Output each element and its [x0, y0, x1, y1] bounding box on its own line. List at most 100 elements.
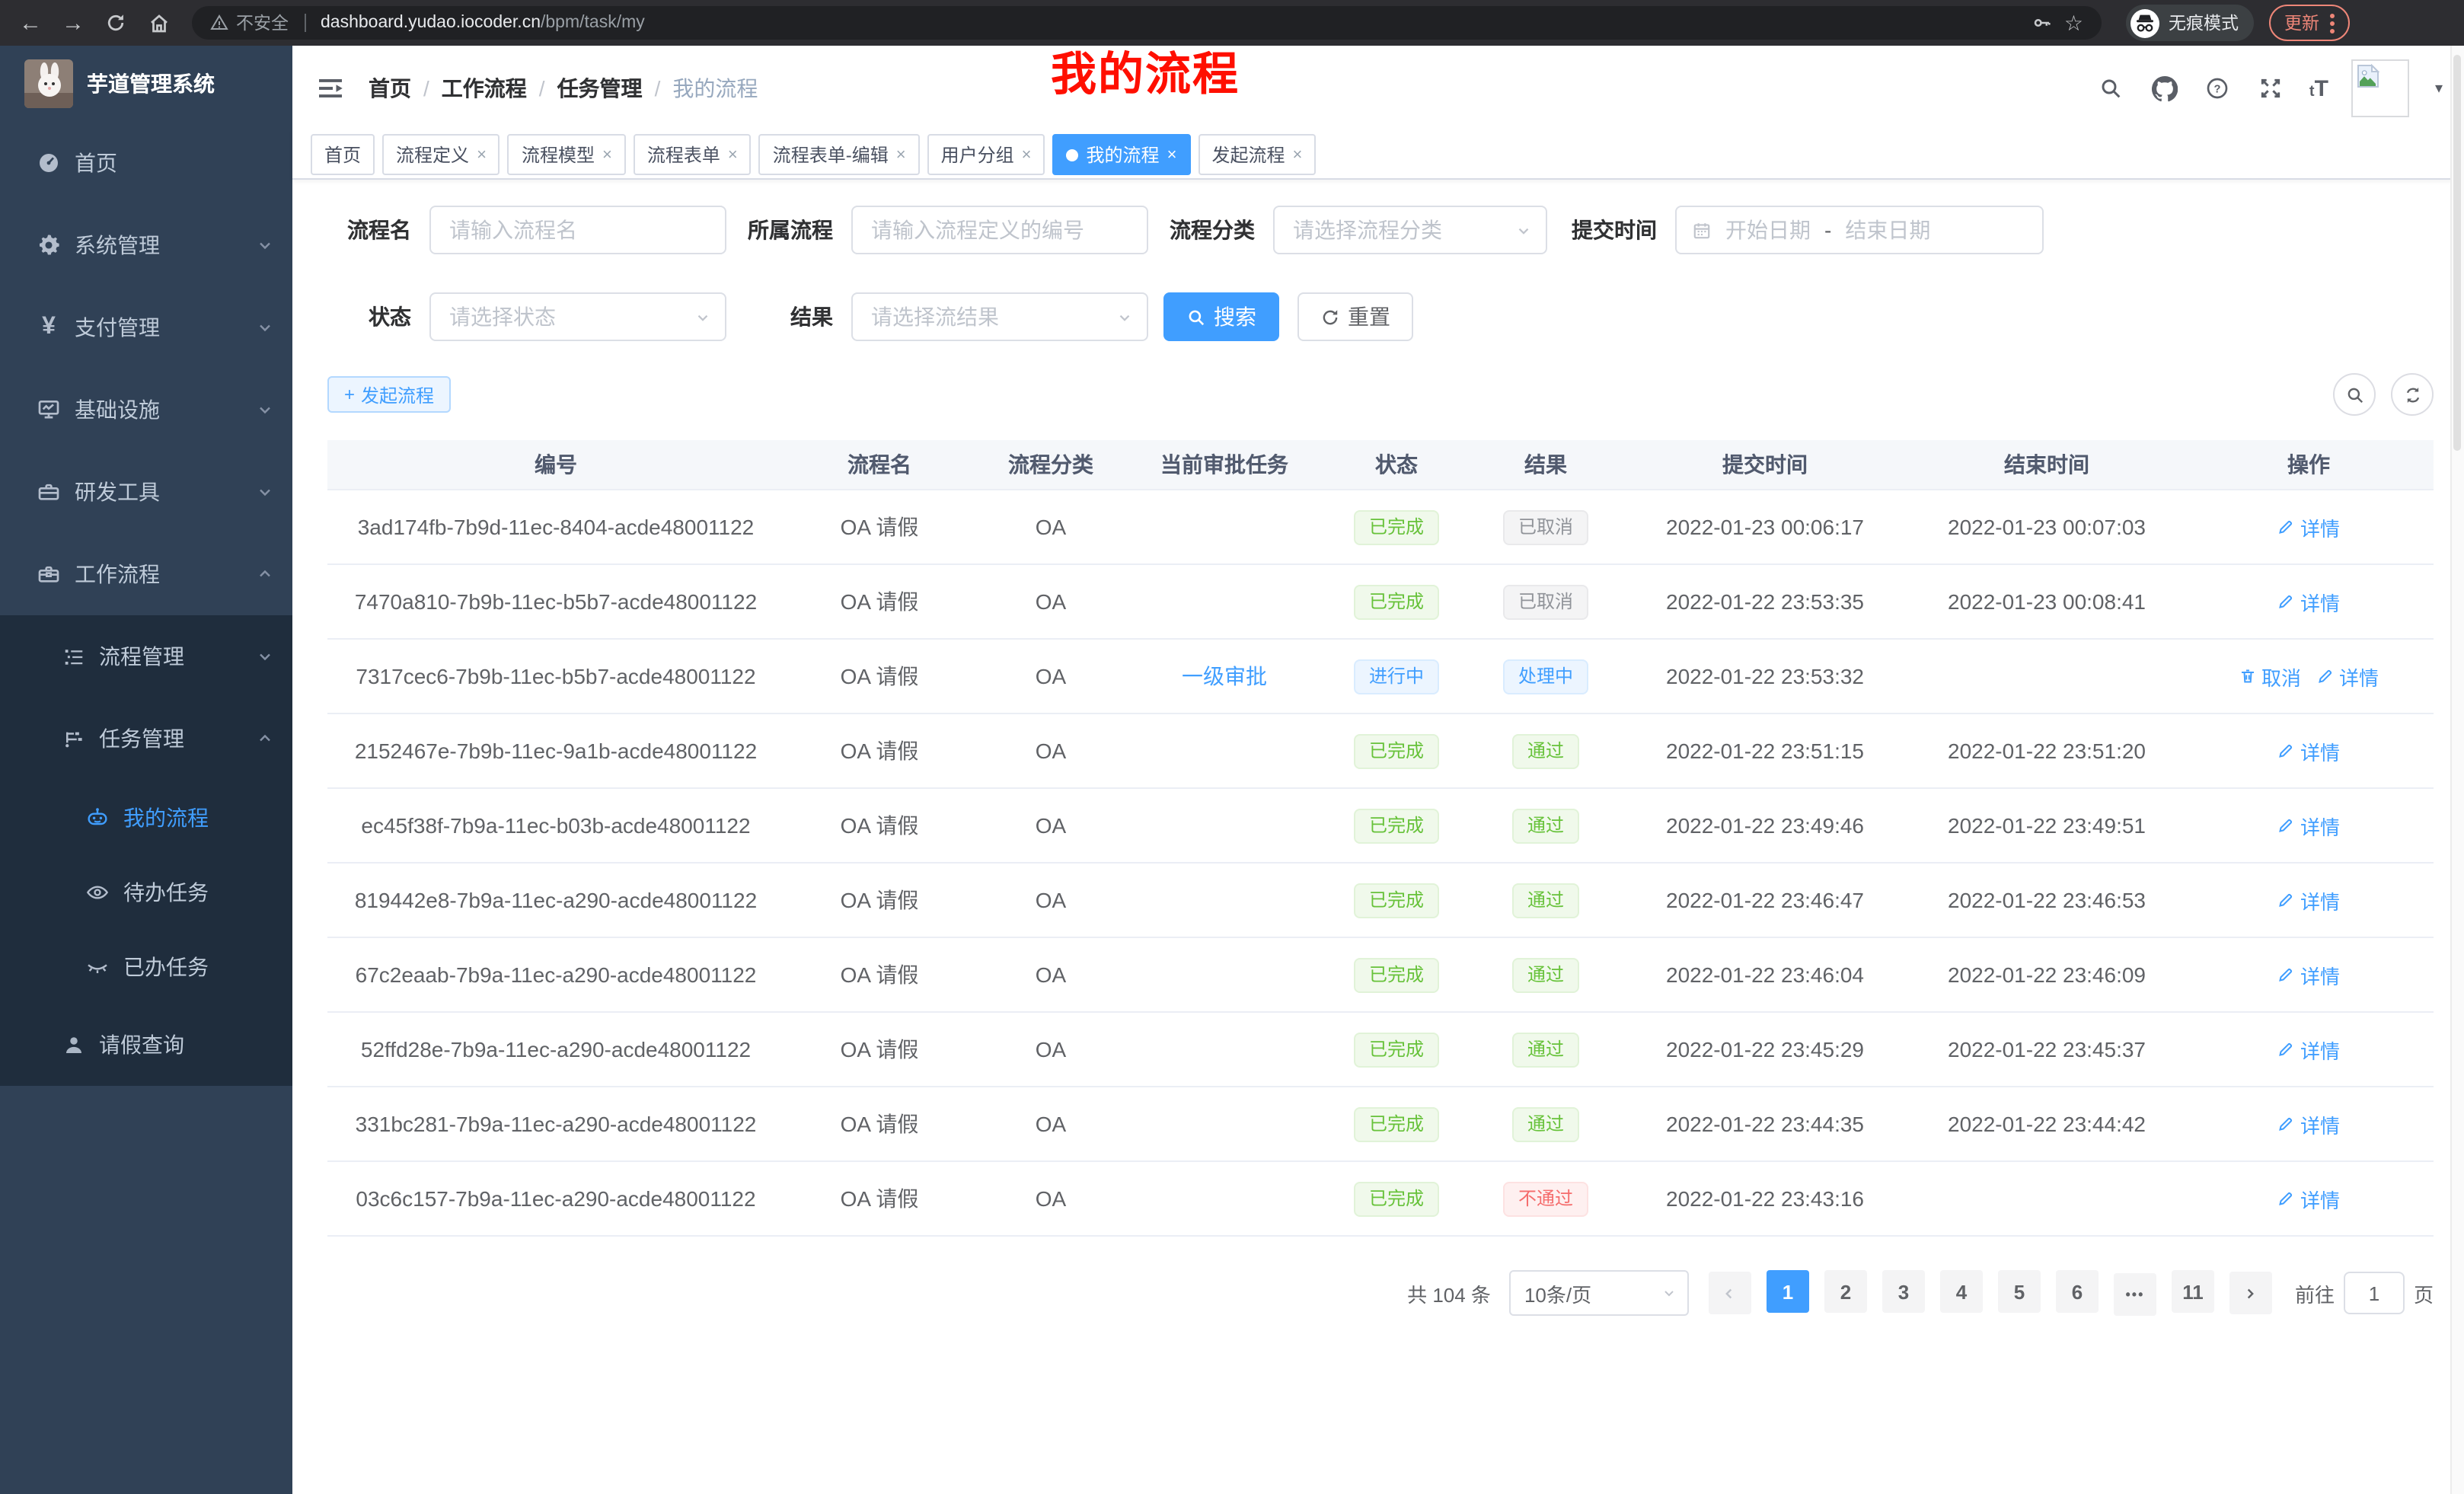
back-icon[interactable]: ←: [12, 5, 49, 41]
sidebar-item-home[interactable]: 首页: [0, 122, 292, 204]
result-badge: 通过: [1512, 883, 1579, 918]
detail-action-link[interactable]: 详情: [2277, 811, 2340, 840]
reset-button[interactable]: 重置: [1297, 292, 1413, 341]
close-icon[interactable]: ×: [477, 145, 487, 164]
actions-cell: 详情: [2184, 564, 2434, 639]
search-button[interactable]: 搜索: [1163, 292, 1279, 341]
close-icon[interactable]: ×: [728, 145, 738, 164]
close-icon[interactable]: ×: [896, 145, 906, 164]
parent-process-input[interactable]: [851, 206, 1148, 254]
page-button-4[interactable]: 4: [1940, 1271, 1983, 1314]
breadcrumb-home[interactable]: 首页: [369, 73, 411, 104]
page-button-11[interactable]: 11: [2172, 1271, 2214, 1314]
process-name-cell: OA 请假: [784, 564, 975, 639]
detail-action-link[interactable]: 详情: [2277, 512, 2340, 541]
result-select[interactable]: 请选择流结果: [851, 292, 1148, 341]
page-scrollbar[interactable]: [2450, 46, 2464, 1494]
close-icon[interactable]: ×: [1167, 145, 1177, 164]
font-size-icon[interactable]: tT: [2309, 75, 2328, 101]
process-name-cell: OA 请假: [784, 937, 975, 1012]
page-button-3[interactable]: 3: [1882, 1271, 1925, 1314]
detail-action-link[interactable]: 详情: [2316, 662, 2379, 691]
breadcrumb-separator: /: [539, 76, 545, 101]
page-button-2[interactable]: 2: [1824, 1271, 1867, 1314]
process-category-cell: OA: [975, 863, 1127, 937]
tab-process-model[interactable]: 流程模型×: [508, 134, 626, 175]
sidebar-item-leave-query[interactable]: 请假查询: [0, 1004, 292, 1086]
breadcrumb-workflow[interactable]: 工作流程: [442, 73, 527, 104]
end-time-cell: [1910, 1161, 2184, 1236]
security-status[interactable]: 不安全: [210, 11, 289, 35]
detail-action-link[interactable]: 详情: [2277, 587, 2340, 616]
cancel-action-link[interactable]: 取消: [2239, 662, 2301, 691]
create-process-button[interactable]: + 发起流程: [327, 376, 451, 413]
update-button[interactable]: 更新: [2269, 5, 2350, 41]
close-icon[interactable]: ×: [602, 145, 612, 164]
close-icon[interactable]: ×: [1292, 145, 1302, 164]
caret-down-icon[interactable]: ▾: [2435, 80, 2443, 97]
scrollbar-thumb[interactable]: [2453, 55, 2461, 451]
status-cell: 已完成: [1322, 1161, 1471, 1236]
prev-page-button[interactable]: [1709, 1272, 1751, 1314]
reload-icon[interactable]: [97, 5, 134, 41]
star-icon[interactable]: ☆: [2064, 10, 2083, 36]
hamburger-icon[interactable]: [314, 72, 347, 105]
detail-action-link[interactable]: 详情: [2277, 886, 2340, 915]
tab-my-process[interactable]: 我的流程×: [1053, 134, 1191, 175]
fullscreen-icon[interactable]: [2256, 73, 2287, 104]
breadcrumb-task-mgmt[interactable]: 任务管理: [557, 73, 643, 104]
forward-icon[interactable]: →: [55, 5, 91, 41]
status-select[interactable]: 请选择状态: [429, 292, 726, 341]
sidebar-item-devtools[interactable]: 研发工具: [0, 451, 292, 533]
yen-icon: ¥: [37, 315, 61, 340]
category-select[interactable]: 请选择流程分类: [1273, 206, 1547, 254]
more-pages-button[interactable]: •••: [2114, 1273, 2156, 1316]
page-button-5[interactable]: 5: [1998, 1271, 2041, 1314]
sidebar-item-task-mgmt[interactable]: 任务管理: [0, 698, 292, 780]
page-button-1[interactable]: 1: [1767, 1271, 1809, 1314]
page-button-6[interactable]: 6: [2056, 1271, 2099, 1314]
goto-page-input[interactable]: [2344, 1272, 2405, 1314]
close-icon[interactable]: ×: [1022, 145, 1032, 164]
sidebar-item-my-process[interactable]: 我的流程: [0, 780, 292, 854]
detail-action-link[interactable]: 详情: [2277, 960, 2340, 989]
home-icon[interactable]: [140, 5, 177, 41]
current-task-cell: [1127, 564, 1322, 639]
page-size-select[interactable]: 10条/页: [1509, 1270, 1689, 1316]
tab-process-definition[interactable]: 流程定义×: [382, 134, 500, 175]
tab-process-form-edit[interactable]: 流程表单-编辑×: [759, 134, 920, 175]
tab-start-process[interactable]: 发起流程×: [1198, 134, 1316, 175]
actions-cell: 详情: [2184, 937, 2434, 1012]
detail-action-link[interactable]: 详情: [2277, 736, 2340, 765]
sidebar-item-infra[interactable]: 基础设施: [0, 369, 292, 451]
key-icon[interactable]: [2032, 12, 2054, 34]
tab-home[interactable]: 首页: [311, 134, 375, 175]
search-icon[interactable]: [2096, 73, 2127, 104]
sidebar-item-process-mgmt[interactable]: 流程管理: [0, 615, 292, 698]
process-name-input[interactable]: [429, 206, 726, 254]
next-page-button[interactable]: [2229, 1272, 2272, 1314]
help-icon[interactable]: ?: [2203, 73, 2233, 104]
detail-action-link[interactable]: 详情: [2277, 1184, 2340, 1213]
detail-action-link[interactable]: 详情: [2277, 1109, 2340, 1138]
address-divider: [304, 14, 305, 32]
sidebar-item-todo-tasks[interactable]: 待办任务: [0, 854, 292, 929]
table-toolbar: + 发起流程: [327, 373, 2434, 416]
approval-task-link[interactable]: 一级审批: [1182, 664, 1267, 688]
sidebar-item-payment[interactable]: ¥ 支付管理: [0, 286, 292, 369]
col-name: 流程名: [784, 440, 975, 490]
app-logo[interactable]: 芋道管理系统: [0, 46, 292, 122]
sidebar-item-workflow[interactable]: 工作流程: [0, 533, 292, 615]
tab-process-form[interactable]: 流程表单×: [634, 134, 752, 175]
tab-user-group[interactable]: 用户分组×: [927, 134, 1045, 175]
submit-time-range-picker[interactable]: 开始日期 - 结束日期: [1675, 206, 2044, 254]
avatar[interactable]: [2351, 59, 2409, 117]
address-bar[interactable]: 不安全 dashboard.yudao.iocoder.cn/bpm/task/…: [192, 6, 2102, 40]
github-icon[interactable]: [2150, 73, 2180, 104]
sidebar-item-done-tasks[interactable]: 已办任务: [0, 929, 292, 1004]
toggle-search-button[interactable]: [2333, 373, 2376, 416]
sidebar-item-system[interactable]: 系统管理: [0, 204, 292, 286]
detail-action-link[interactable]: 详情: [2277, 1035, 2340, 1064]
tasks-icon: [61, 726, 85, 751]
refresh-table-button[interactable]: [2391, 373, 2434, 416]
